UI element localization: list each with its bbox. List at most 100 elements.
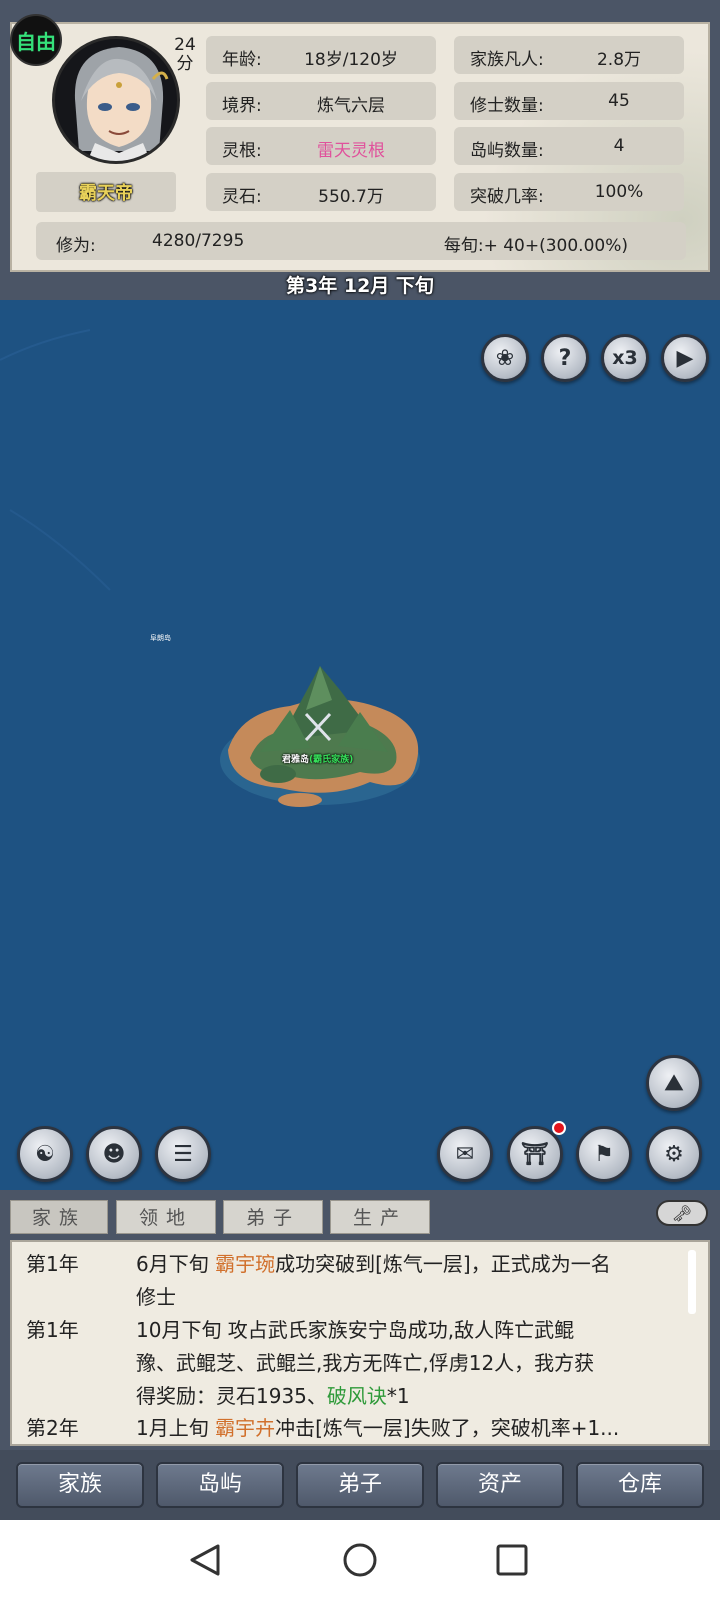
cultivation-value: 4280/7295 [152,231,245,251]
log-text: 1月上旬 霸宇卉冲击[炼气一层]失败了，突破机率+1... [136,1412,696,1444]
stat-breakthrough-value: 100% [594,182,644,202]
stat-root-label: 灵根: [222,141,262,161]
flag-location-button[interactable]: ⚑ [576,1126,632,1182]
avatar-portrait [74,47,169,161]
meditate-button[interactable]: ☯ [17,1126,73,1182]
stat-islands-label: 岛屿数量: [470,141,544,161]
stat-realm-label: 境界: [222,96,262,116]
log-message: 10月下旬 攻占武氏家族安宁岛成功,敌人阵亡武鲲 [136,1318,575,1342]
log-message-cont: 得奖励：灵石1935、 [136,1384,327,1408]
island-owner: (霸氏家族) [309,755,354,765]
back-icon[interactable] [190,1544,220,1576]
stat-cultivators-value: 45 [608,91,630,111]
tab-production[interactable]: 生产 [330,1200,430,1234]
stat-mortals-label: 家族凡人: [470,50,544,70]
island-name: 君雅岛 [282,755,310,765]
game-date: 第3年 12月 下旬 [286,275,434,297]
settings-button[interactable]: ⚙ [646,1126,702,1182]
stat-age: 年龄: 18岁/120岁 [206,36,436,74]
mountain-icon: ⛰ [664,1070,684,1096]
cultivation-label: 修为: [56,236,96,256]
speed-label: x3 [612,347,638,369]
far-island-label[interactable]: 阜朗岛 [150,633,171,643]
play-icon: ▶ [676,345,694,371]
emblem-icon: ❀ [495,345,515,371]
avatar[interactable] [52,36,180,164]
score-number: 24 [174,35,196,55]
help-icon: ? [558,345,572,371]
log-year: 第1年 [26,1252,79,1276]
document-button[interactable]: ✉ [437,1126,493,1182]
stat-breakthrough: 突破几率: 100% [454,173,684,211]
log-time: 1月上旬 [136,1416,216,1440]
stat-cultivators: 修士数量: 45 [454,82,684,120]
key-button[interactable]: 🗝 [656,1200,708,1226]
log-text: 10月下旬 攻占武氏家族安宁岛成功,敌人阵亡武鲲 豫、武鲲芝、武鲲兰,我方无阵亡… [136,1314,696,1413]
nav-family[interactable]: 家族 [16,1462,144,1508]
stat-age-label: 年龄: [222,50,262,70]
system-nav-bar [0,1520,720,1600]
log-text: 6月下旬 霸宇琬成功突破到[炼气一层]，正式成为一名 修士 [136,1248,696,1314]
flag-location-icon: ⚑ [594,1141,614,1167]
disciple-name[interactable]: 霸宇卉 [215,1416,275,1440]
island-name-label[interactable]: 君雅岛(霸氏家族) [282,752,353,765]
character-icon: ☻ [102,1141,126,1167]
pavilion-button[interactable]: ⛩ [507,1126,563,1182]
stat-realm: 境界: 炼气六层 [206,82,436,120]
player-name[interactable]: 霸天帝 [36,172,176,212]
stat-mortals-value: 2.8万 [596,50,642,70]
cultivation-rate: 每旬:+ 40+(300.00%) [443,236,628,256]
stat-spirit-stones: 灵石: 550.7万 [206,173,436,211]
score-unit: 分 [176,54,194,74]
meditate-icon: ☯ [35,1141,55,1167]
emblem-button[interactable]: ❀ [481,334,529,382]
stat-spirit-root: 灵根: 雷天灵根 [206,127,436,165]
character-button[interactable]: ☻ [86,1126,142,1182]
speed-button[interactable]: x3 [601,334,649,382]
log-message-cont: 修士 [136,1285,176,1309]
tab-family[interactable]: 家族 [10,1200,108,1234]
help-button[interactable]: ? [541,334,589,382]
nav-warehouse[interactable]: 仓库 [576,1462,704,1508]
stat-islands: 岛屿数量: 4 [454,127,684,165]
nav-islands[interactable]: 岛屿 [156,1462,284,1508]
log-scrollbar[interactable] [688,1250,696,1314]
mountain-button[interactable]: ⛰ [646,1055,702,1111]
nav-assets[interactable]: 资产 [436,1462,564,1508]
tab-territory[interactable]: 领地 [116,1200,216,1234]
stat-stones-label: 灵石: [222,187,262,207]
stat-stones-value: 550.7万 [318,187,384,207]
log-message-cont: 豫、武鲲芝、武鲲兰,我方无阵亡,俘虏12人，我方获 [136,1351,595,1375]
tab-disciples[interactable]: 弟子 [223,1200,323,1234]
key-icon: 🗝 [671,1203,693,1223]
log-year: 第1年 [26,1318,79,1342]
island-jade[interactable] [220,660,430,825]
gear-icon: ⚙ [664,1141,684,1167]
status-badge[interactable]: 自由 [10,14,62,66]
log-year: 第2年 [26,1416,79,1440]
home-icon[interactable] [343,1543,377,1577]
player-score: 24 分 [170,36,200,74]
recents-icon[interactable] [496,1544,528,1576]
stat-realm-value: 炼气六层 [317,96,385,116]
reward-item[interactable]: 破风诀 [327,1384,387,1408]
stat-age-value: 18岁/120岁 [304,50,398,70]
stat-islands-value: 4 [613,136,625,156]
disciple-name[interactable]: 霸宇琬 [215,1252,275,1276]
pavilion-icon: ⛩ [521,1141,549,1167]
log-time: 6月下旬 [136,1252,216,1276]
nav-disciples[interactable]: 弟子 [296,1462,424,1508]
document-icon: ✉ [455,1141,475,1167]
log-message: 冲击[炼气一层]失败了，突破机率+1... [275,1416,620,1440]
cultivation-bar: 修为: 4280/7295 每旬:+ 40+(300.00%) [36,222,686,260]
reward-count: *1 [386,1384,410,1408]
stat-root-value: 雷天灵根 [317,141,385,161]
stat-cultivators-label: 修士数量: [470,96,544,116]
log-list[interactable]: 第1年 6月下旬 霸宇琬成功突破到[炼气一层]，正式成为一名 修士 第1年 10… [10,1240,710,1446]
scroll-icon: ☰ [173,1141,193,1167]
play-button[interactable]: ▶ [661,334,709,382]
notification-dot [552,1121,566,1135]
system-nav-icons [190,1543,528,1577]
scroll-button[interactable]: ☰ [155,1126,211,1182]
stat-mortals: 家族凡人: 2.8万 [454,36,684,74]
